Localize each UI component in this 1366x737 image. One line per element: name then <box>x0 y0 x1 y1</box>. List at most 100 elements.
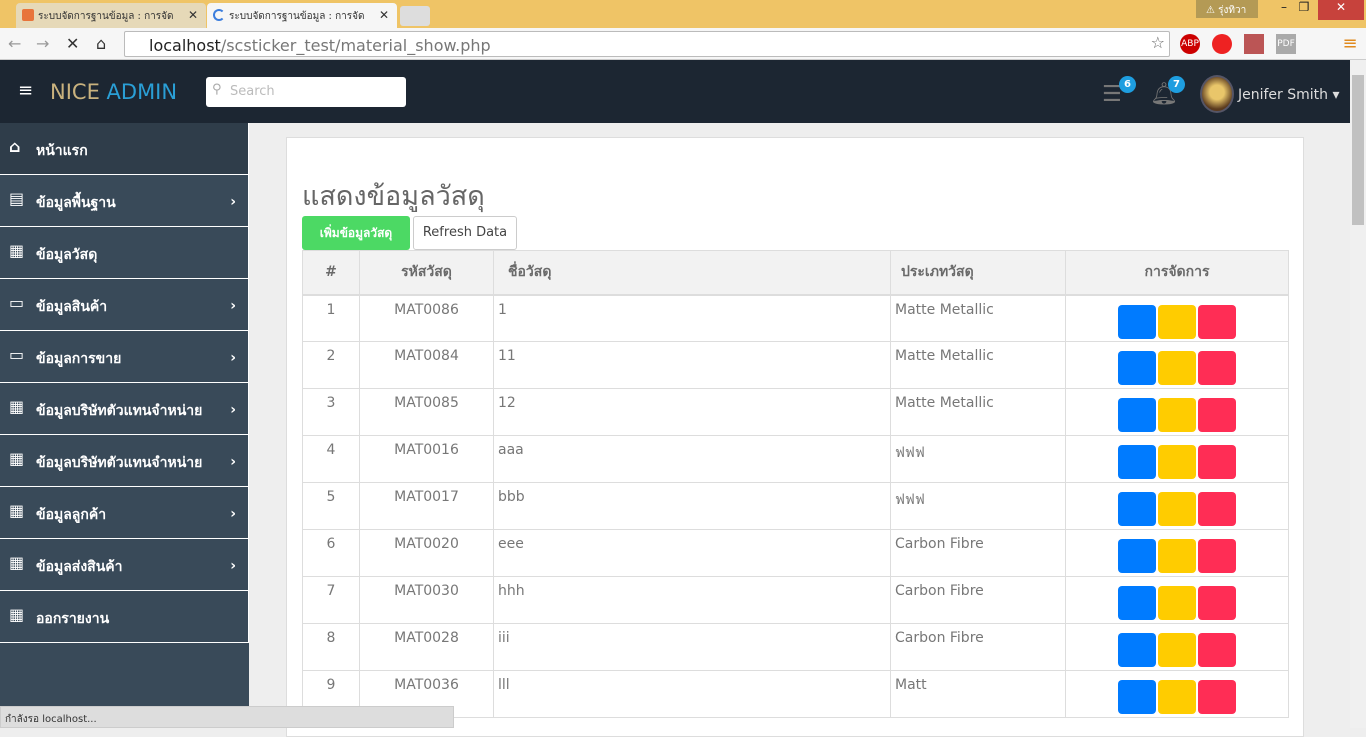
refresh-data-button[interactable]: Refresh Data <box>413 216 517 250</box>
sidebar-item[interactable]: ▦ ข้อมูลลูกค้า › <box>0 487 249 539</box>
edit-button[interactable] <box>1158 398 1196 432</box>
delete-button[interactable] <box>1198 586 1236 620</box>
cell-name: hhh <box>493 576 891 624</box>
new-tab-button[interactable] <box>400 6 430 26</box>
sidebar-item-label: ข้อมูลบริษัทตัวแทนจำหน่าย <box>36 403 203 419</box>
sidebar-item[interactable]: ▦ ข้อมูลส่งสินค้า › <box>0 539 249 591</box>
delete-button[interactable] <box>1198 633 1236 667</box>
col-index: # <box>302 250 360 296</box>
edit-button[interactable] <box>1158 445 1196 479</box>
view-button[interactable] <box>1118 586 1156 620</box>
search-input[interactable]: ⚲ Search <box>206 77 406 107</box>
delete-button[interactable] <box>1198 304 1236 339</box>
cell-index: 6 <box>302 529 360 577</box>
cell-index: 8 <box>302 623 360 671</box>
sidebar-item-label: ข้อมูลส่งสินค้า <box>36 559 123 575</box>
sidebar-item-label: ข้อมูลพื้นฐาน <box>36 195 116 211</box>
view-button[interactable] <box>1118 351 1156 385</box>
adblock-icon[interactable]: ABP <box>1180 34 1200 54</box>
scrollbar[interactable] <box>1350 60 1366 728</box>
cell-index: 2 <box>302 341 360 389</box>
sidebar-item[interactable]: ▭ ข้อมูลการขาย › <box>0 331 249 383</box>
pdf-tool-icon[interactable]: PDF <box>1276 34 1296 54</box>
chevron-right-icon: › <box>230 558 236 574</box>
menu-icon[interactable]: ≡ <box>1340 34 1360 54</box>
cell-type: Matte Metallic <box>890 341 1066 389</box>
edit-button[interactable] <box>1158 539 1196 573</box>
browser-tab-active[interactable]: ระบบจัดการฐานข้อมูล : การจัด ✕ <box>207 3 397 28</box>
cell-actions <box>1065 482 1289 530</box>
cell-code: MAT0020 <box>359 529 494 577</box>
table-icon: ▦ <box>9 605 25 624</box>
delete-button[interactable] <box>1198 445 1236 479</box>
delete-button[interactable] <box>1198 398 1236 432</box>
sidebar-item[interactable]: ⌂ หน้าแรก <box>0 123 249 175</box>
table-row: 8 MAT0028 iii Carbon Fibre <box>302 623 1289 671</box>
pdf-icon[interactable] <box>1244 34 1264 54</box>
cell-code: MAT0028 <box>359 623 494 671</box>
cell-code: MAT0086 <box>359 294 494 342</box>
edit-button[interactable] <box>1158 633 1196 667</box>
sidebar-item[interactable]: ▦ ข้อมูลวัสดุ <box>0 227 249 279</box>
edit-button[interactable] <box>1158 680 1196 714</box>
view-button[interactable] <box>1118 680 1156 714</box>
cell-code: MAT0084 <box>359 341 494 389</box>
cell-actions <box>1065 529 1289 577</box>
close-tab-icon[interactable]: ✕ <box>188 8 198 22</box>
home-icon[interactable]: ⌂ <box>96 34 106 53</box>
delete-button[interactable] <box>1198 351 1236 385</box>
maximize-button[interactable]: ❐ <box>1288 0 1320 20</box>
delete-button[interactable] <box>1198 492 1236 526</box>
close-tab-icon[interactable]: ✕ <box>379 8 389 22</box>
browser-tab[interactable]: ระบบจัดการฐานข้อมูล : การจัด ✕ <box>16 3 206 28</box>
profile-warning[interactable]: ⚠ รุ่งทิวา <box>1196 0 1258 18</box>
sidebar-item[interactable]: ▦ ข้อมูลบริษัทตัวแทนจำหน่าย › <box>0 383 249 435</box>
view-button[interactable] <box>1118 445 1156 479</box>
user-menu[interactable]: Jenifer Smith ▾ <box>1238 87 1340 103</box>
view-button[interactable] <box>1118 539 1156 573</box>
sidebar-item[interactable]: ▤ ข้อมูลพื้นฐาน › <box>0 175 249 227</box>
cell-type: Matt <box>890 670 1066 718</box>
table-icon: ▦ <box>9 553 25 572</box>
sidebar-item-label: ข้อมูลวัสดุ <box>36 247 98 263</box>
scrollbar-thumb[interactable] <box>1352 75 1364 225</box>
sidebar-item[interactable]: ▦ ออกรายงาน <box>0 591 249 643</box>
col-name: ชื่อวัสดุ <box>493 250 891 296</box>
cell-name: 12 <box>493 388 891 436</box>
sidebar-item-label: ข้อมูลลูกค้า <box>36 507 107 523</box>
edit-button[interactable] <box>1158 351 1196 385</box>
col-code: รหัสวัสดุ <box>359 250 494 296</box>
chevron-right-icon: › <box>230 454 236 470</box>
cell-type: Carbon Fibre <box>890 576 1066 624</box>
view-button[interactable] <box>1118 398 1156 432</box>
sidebar-item[interactable]: ▭ ข้อมูลสินค้า › <box>0 279 249 331</box>
monitor-icon: ▭ <box>9 293 25 312</box>
url-input[interactable]: localhost/scsticker_test/material_show.p… <box>124 31 1170 57</box>
tasks-badge: 6 <box>1119 76 1136 93</box>
delete-button[interactable] <box>1198 680 1236 714</box>
edit-button[interactable] <box>1158 492 1196 526</box>
cell-name: lll <box>493 670 891 718</box>
edit-button[interactable] <box>1158 304 1196 339</box>
cell-name: 1 <box>493 294 891 342</box>
close-window-button[interactable]: ✕ <box>1318 0 1364 20</box>
view-button[interactable] <box>1118 492 1156 526</box>
sidebar: ⌂ หน้าแรก ▤ ข้อมูลพื้นฐาน › ▦ ข้อมูลวัสดุ ▭ ข้อม… <box>0 123 249 728</box>
forward-icon[interactable]: → <box>36 34 49 53</box>
avatar[interactable] <box>1200 75 1234 113</box>
hamburger-icon[interactable]: ≡ <box>18 80 33 101</box>
star-icon[interactable]: ☆ <box>1151 33 1165 52</box>
sidebar-item[interactable]: ▦ ข้อมูลบริษัทตัวแทนจำหน่าย › <box>0 435 249 487</box>
xampp-icon <box>22 9 34 21</box>
edit-button[interactable] <box>1158 586 1196 620</box>
cell-index: 3 <box>302 388 360 436</box>
stop-icon[interactable]: ✕ <box>66 34 79 53</box>
view-button[interactable] <box>1118 633 1156 667</box>
delete-button[interactable] <box>1198 539 1236 573</box>
back-icon[interactable]: ← <box>8 34 21 53</box>
cell-code: MAT0017 <box>359 482 494 530</box>
view-button[interactable] <box>1118 304 1156 339</box>
logo[interactable]: NICE ADMIN <box>50 80 177 104</box>
stop-extension-icon[interactable] <box>1212 34 1232 54</box>
add-material-button[interactable]: เพิ่มข้อมูลวัสดุ <box>302 216 410 250</box>
